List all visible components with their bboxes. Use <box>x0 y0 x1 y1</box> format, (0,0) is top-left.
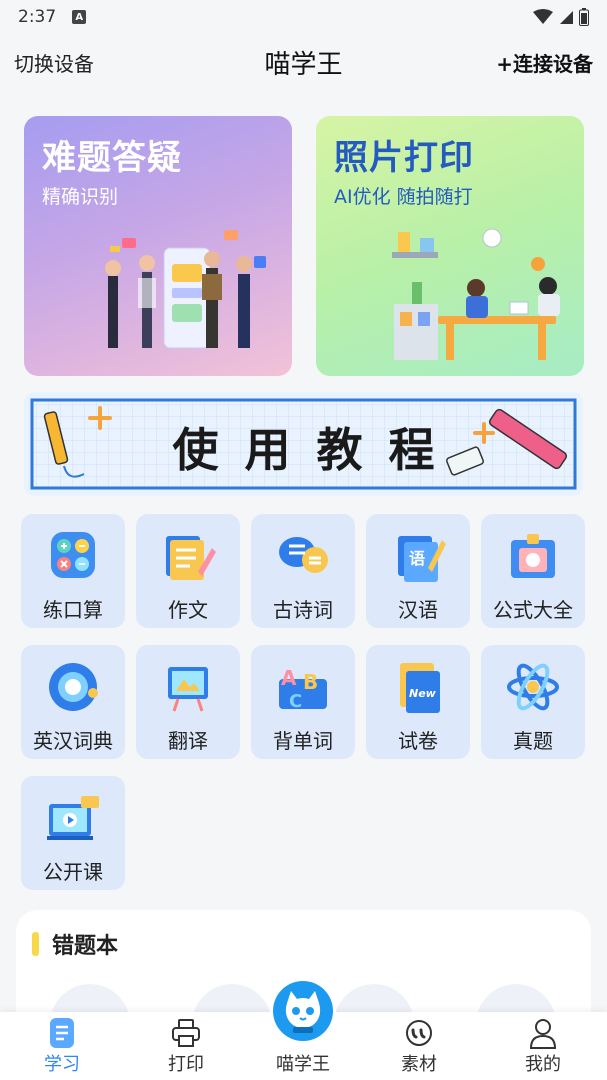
svg-text:语: 语 <box>409 549 425 568</box>
tool-label: 公式大全 <box>493 598 573 622</box>
calculator-icon <box>51 532 95 578</box>
home-logo-button[interactable] <box>273 981 333 1041</box>
tool-label: 练口算 <box>43 598 103 622</box>
photo-print-subtitle: AI优化 随拍随打 <box>334 186 473 208</box>
material-icon <box>406 1020 432 1046</box>
tool-tile-chinese[interactable]: 语 汉语 <box>366 514 470 628</box>
dictionary-icon <box>49 663 98 711</box>
formula-icon <box>511 534 555 578</box>
wifi-icon <box>533 9 553 24</box>
tool-label: 公开课 <box>43 860 103 884</box>
tutorial-banner-text: 使用教程 <box>172 423 461 477</box>
people-discussion-illustration <box>105 230 266 349</box>
study-desk-illustration <box>392 228 560 360</box>
poetry-icon <box>279 537 328 573</box>
tool-label: 汉语 <box>398 598 438 622</box>
nav-item-print[interactable]: 打印 <box>141 1012 231 1080</box>
nav-label: 学习 <box>44 1054 80 1075</box>
cat-logo-icon <box>285 991 321 1033</box>
nav-item-material[interactable]: 素材 <box>374 1012 464 1080</box>
section-accent-bar <box>32 932 39 956</box>
connect-device-button[interactable]: +连接设备 <box>496 48 593 77</box>
question-answer-subtitle: 精确识别 <box>42 186 119 208</box>
nav-item-study[interactable]: 学习 <box>17 1012 107 1080</box>
vocabulary-icon: A B C <box>279 666 327 712</box>
svg-text:B: B <box>303 670 318 694</box>
svg-text:New: New <box>409 687 437 700</box>
tool-tile-composition[interactable]: 作文 <box>136 514 240 628</box>
open-class-icon <box>47 796 99 840</box>
svg-text:C: C <box>289 691 302 712</box>
tool-label: 作文 <box>168 598 208 622</box>
tool-tile-mental-math[interactable]: 练口算 <box>21 514 125 628</box>
tool-tile-open-class[interactable]: 公开课 <box>21 776 125 890</box>
tool-label: 英汉词典 <box>33 729 113 753</box>
tool-label: 翻译 <box>168 729 208 753</box>
profile-icon <box>529 1019 557 1049</box>
mistake-book-title: 错题本 <box>52 934 119 959</box>
tool-label: 试卷 <box>398 729 438 753</box>
tool-tile-exam-paper[interactable]: New 试卷 <box>366 645 470 759</box>
question-answer-title: 难题答疑 <box>42 138 182 178</box>
nav-label: 素材 <box>401 1054 437 1075</box>
battery-icon <box>579 8 589 26</box>
nav-label: 喵学王 <box>276 1054 330 1075</box>
tool-tile-past-exams[interactable]: 真题 <box>481 645 585 759</box>
status-icons <box>533 8 589 26</box>
tool-tile-translate[interactable]: 翻译 <box>136 645 240 759</box>
photo-print-card[interactable]: 照片打印 AI优化 随拍随打 <box>316 116 584 376</box>
tutorial-banner[interactable]: 使用教程 <box>24 392 583 496</box>
nav-label: 我的 <box>525 1054 561 1075</box>
exam-paper-icon: New <box>400 663 440 713</box>
status-time: 2:37 <box>18 7 57 27</box>
tool-tile-formulas[interactable]: 公式大全 <box>481 514 585 628</box>
photo-print-title: 照片打印 <box>334 138 474 178</box>
status-bar: 2:37 A <box>0 0 607 34</box>
notification-badge-icon: A <box>72 10 87 24</box>
chinese-icon: 语 <box>398 536 446 582</box>
tool-tile-vocabulary[interactable]: A B C 背单词 <box>251 645 355 759</box>
tool-label: 古诗词 <box>273 598 333 622</box>
tool-tile-poetry[interactable]: 古诗词 <box>251 514 355 628</box>
tool-tile-dictionary[interactable]: 英汉词典 <box>21 645 125 759</box>
question-answer-card[interactable]: 难题答疑 精确识别 <box>24 116 292 376</box>
composition-icon <box>166 536 216 580</box>
svg-text:A: A <box>281 666 297 690</box>
switch-device-button[interactable]: 切换设备 <box>14 48 94 77</box>
tool-label: 真题 <box>513 729 553 753</box>
study-icon <box>50 1018 74 1048</box>
tool-label: 背单词 <box>273 729 333 753</box>
signal-icon <box>560 11 573 24</box>
nav-item-profile[interactable]: 我的 <box>498 1012 588 1080</box>
app-header: 切换设备 喵学王 +连接设备 <box>0 38 607 86</box>
translate-icon <box>168 667 208 712</box>
nav-label: 打印 <box>168 1054 204 1075</box>
printer-icon <box>172 1019 200 1047</box>
past-exam-icon <box>507 663 559 711</box>
